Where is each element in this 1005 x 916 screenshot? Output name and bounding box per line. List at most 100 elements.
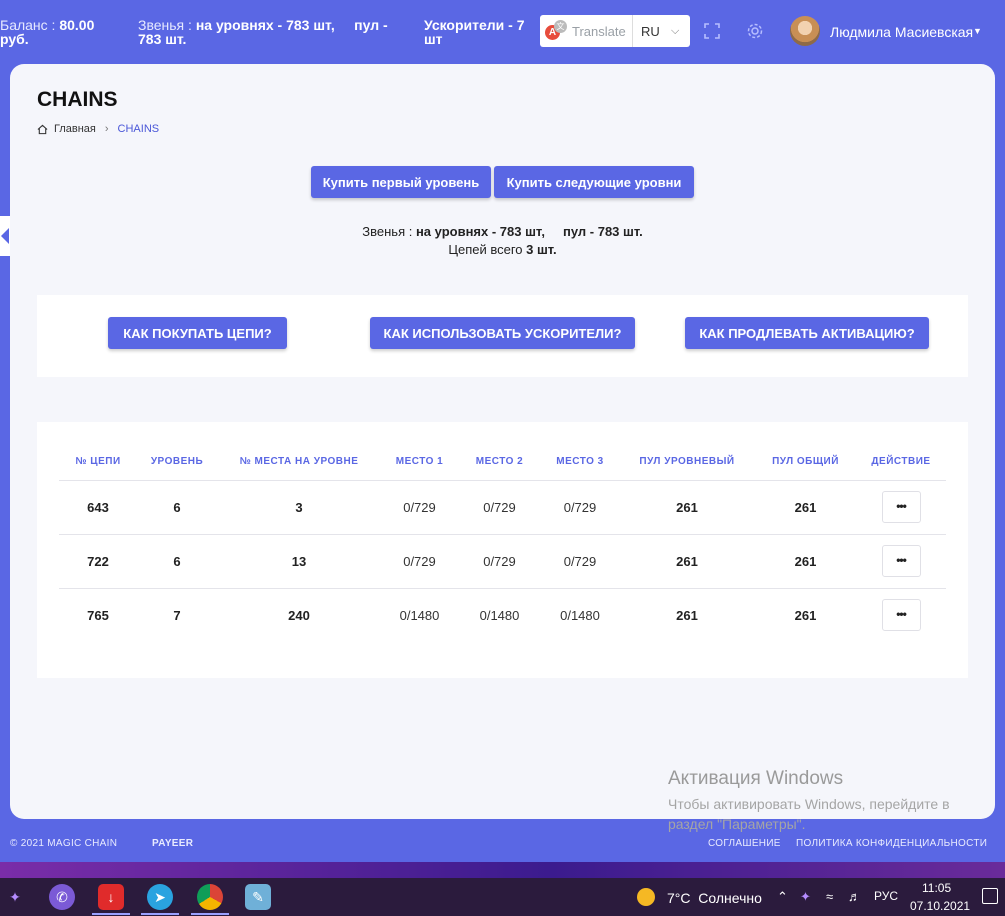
breadcrumb-home[interactable]: Главная — [54, 123, 96, 135]
col-place-3: МЕСТО 3 — [541, 444, 619, 481]
cell-pool-level: 261 — [619, 480, 755, 535]
cell-place: 13 — [217, 534, 381, 589]
viber-icon[interactable]: ✆ — [49, 884, 75, 910]
footer: © 2021 MAGIC CHAIN PAYEER СОГЛАШЕНИЕ ПОЛ… — [0, 826, 1005, 862]
table-row: 765 7 240 0/1480 0/1480 0/1480 261 261 •… — [59, 588, 946, 642]
row-menu-button[interactable]: ••• — [881, 545, 921, 577]
notes-app-icon[interactable]: ✎ — [245, 884, 271, 910]
cell-action: ••• — [856, 480, 946, 535]
windows-activation-title: Активация Windows — [668, 768, 844, 789]
links-info: Звенья : на уровнях - 783 шт, пул - 783 … — [138, 18, 408, 46]
table-row: 643 6 3 0/729 0/729 0/729 261 261 ••• — [59, 480, 946, 535]
col-pool-total: ПУЛ ОБЩИЙ — [755, 444, 856, 481]
footer-agreement-link[interactable]: СОГЛАШЕНИЕ — [708, 838, 781, 849]
cell-pool-total: 261 — [755, 534, 856, 589]
cell-level: 6 — [137, 534, 217, 589]
how-use-boosters-button[interactable]: КАК ИСПОЛЬЗОВАТЬ УСКОРИТЕЛИ? — [370, 317, 635, 349]
username[interactable]: Людмила Масиевская — [830, 24, 973, 40]
chains-table: № ЦЕПИ УРОВЕНЬ № МЕСТА НА УРОВНЕ МЕСТО 1… — [59, 444, 946, 642]
translate-widget[interactable]: A文 Translate RU ⌵ — [540, 15, 690, 47]
col-place-no: № МЕСТА НА УРОВНЕ — [217, 444, 381, 481]
tray-feather-icon[interactable]: ✦ — [800, 889, 811, 905]
row-menu-button[interactable]: ••• — [881, 599, 921, 632]
buy-first-level-button[interactable]: Купить первый уровень — [311, 166, 491, 198]
summary-chains-label: Цепей всего — [448, 242, 527, 257]
col-chain-no: № ЦЕПИ — [59, 444, 137, 481]
cell-chain: 722 — [59, 534, 137, 589]
settings-gear-icon[interactable] — [746, 22, 764, 40]
cell-place-1: 0/1480 — [399, 607, 440, 623]
sun-icon — [637, 888, 655, 906]
cell-action: ••• — [856, 534, 946, 589]
cell-pool-total: 261 — [794, 607, 817, 623]
chains-summary: Цепей всего 3 шт. — [10, 242, 995, 257]
footer-payeer-link[interactable]: PAYEER — [152, 838, 193, 849]
translate-icon: A文 — [545, 20, 567, 42]
links-summary: Звенья : на уровнях - 783 шт, пул - 783 … — [10, 224, 995, 239]
summary-chains-value: 3 шт. — [526, 242, 557, 257]
cell-level: 7 — [173, 607, 181, 623]
downloader-icon[interactable]: ↓ — [98, 884, 124, 910]
page-title: CHAINS — [37, 88, 118, 111]
input-language[interactable]: РУС — [874, 889, 898, 903]
col-place-1: МЕСТО 1 — [381, 444, 458, 481]
cell-place-1: 0/729 — [381, 534, 458, 589]
cell-level: 6 — [137, 480, 217, 535]
cell-place: 3 — [217, 480, 381, 535]
home-icon — [37, 124, 48, 134]
buy-next-levels-button[interactable]: Купить следующие уровни — [494, 166, 694, 198]
weather-widget[interactable]: 7°C Солнечно — [667, 890, 762, 906]
how-buy-chains-button[interactable]: КАК ПОКУПАТЬ ЦЕПИ? — [108, 317, 287, 349]
cell-chain: 643 — [59, 480, 137, 535]
notification-icon[interactable] — [982, 888, 998, 904]
cell-pool-level: 261 — [619, 534, 755, 589]
table-header-row: № ЦЕПИ УРОВЕНЬ № МЕСТА НА УРОВНЕ МЕСТО 1… — [59, 444, 946, 481]
col-action: ДЕЙСТВИЕ — [856, 444, 946, 481]
summary-links-value: на уровнях - 783 шт, пул - 783 шт. — [415, 224, 643, 239]
feather-app-icon[interactable]: ✦ — [2, 884, 28, 910]
clock-time[interactable]: 11:05 — [922, 881, 951, 895]
cell-action: ••• — [856, 588, 946, 642]
row-menu-button[interactable]: ••• — [881, 491, 921, 523]
caret-down-icon[interactable]: ▼ — [973, 26, 982, 36]
chevron-right-icon: › — [104, 123, 109, 135]
cell-place-2: 0/1480 — [479, 607, 520, 623]
language-select[interactable]: RU — [641, 24, 671, 39]
cell-pool-level: 261 — [676, 607, 698, 623]
windows-taskbar: ✦ ✆ ↓ ➤ ✎ 7°C Солнечно ⌃ ✦ ≈ ♬ РУС 11:05… — [0, 878, 1005, 916]
volume-icon[interactable]: ♬ — [848, 889, 861, 904]
cell-place: 240 — [288, 607, 310, 623]
cell-place-3: 0/729 — [541, 534, 619, 589]
cell-place-2: 0/729 — [458, 480, 541, 535]
boosters-info: Ускорители - 7 шт — [424, 18, 529, 46]
footer-privacy-link[interactable]: ПОЛИТИКА КОНФИДЕНЦИАЛЬНОСТИ — [796, 838, 987, 849]
sidebar-toggle[interactable] — [0, 216, 10, 256]
cell-place-3: 0/1480 — [560, 607, 600, 623]
cell-chain: 765 — [87, 607, 109, 623]
cell-place-2: 0/729 — [458, 534, 541, 589]
footer-copyright: © 2021 MAGIC CHAIN — [10, 838, 118, 849]
network-icon[interactable]: ≈ — [826, 889, 833, 904]
how-extend-activation-button[interactable]: КАК ПРОДЛЕВАТЬ АКТИВАЦИЮ? — [685, 317, 929, 349]
col-place-2: МЕСТО 2 — [458, 444, 541, 481]
chains-table-panel: № ЦЕПИ УРОВЕНЬ № МЕСТА НА УРОВНЕ МЕСТО 1… — [37, 422, 968, 678]
chrome-icon[interactable] — [197, 884, 223, 910]
clock-date[interactable]: 07.10.2021 — [910, 899, 970, 913]
avatar[interactable] — [790, 16, 820, 46]
main-card: CHAINS Главная › CHAINS Купить первый ур… — [10, 64, 995, 819]
tray-chevron-up-icon[interactable]: ⌃ — [777, 889, 788, 905]
breadcrumb-current: CHAINS — [117, 123, 160, 135]
table-row: 722 6 13 0/729 0/729 0/729 261 261 ••• — [59, 534, 946, 589]
summary-links-label: Звенья : — [362, 224, 416, 239]
fullscreen-icon[interactable] — [703, 22, 721, 40]
cell-place-3: 0/729 — [541, 480, 619, 535]
col-level: УРОВЕНЬ — [137, 444, 217, 481]
breadcrumb: Главная › CHAINS — [37, 123, 159, 135]
telegram-icon[interactable]: ➤ — [147, 884, 173, 910]
col-pool-level: ПУЛ УРОВНЕВЫЙ — [619, 444, 755, 481]
top-bar: Баланс : 80.00 руб. Звенья : на уровнях … — [0, 0, 1005, 64]
cell-place-1: 0/729 — [381, 480, 458, 535]
cell-pool-total: 261 — [755, 480, 856, 535]
help-panel: КАК ПОКУПАТЬ ЦЕПИ? КАК ИСПОЛЬЗОВАТЬ УСКО… — [37, 295, 968, 377]
boosters-value: Ускорители - 7 шт — [424, 17, 525, 47]
